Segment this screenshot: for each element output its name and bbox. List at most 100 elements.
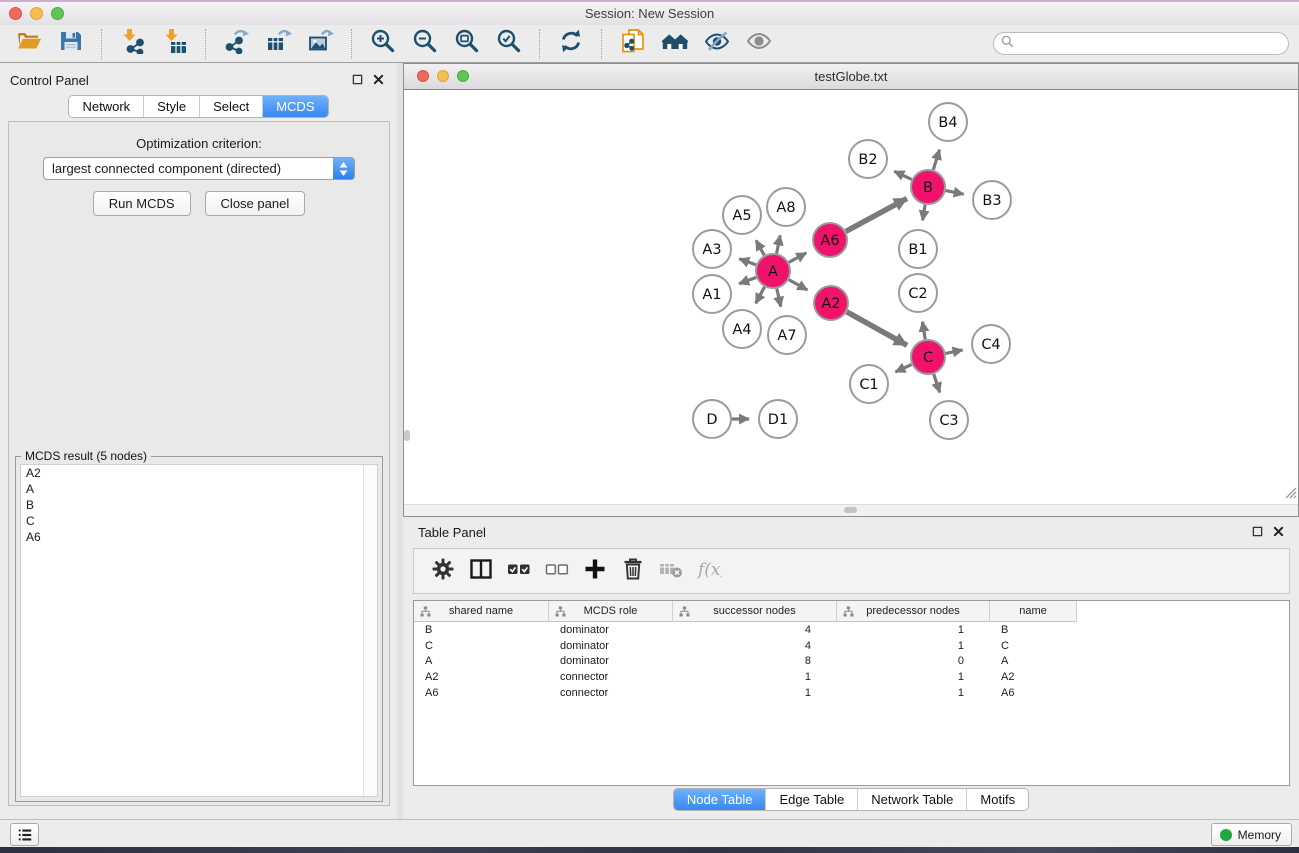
table-tab-edge-table[interactable]: Edge Table [765, 789, 857, 810]
tab-style[interactable]: Style [143, 96, 199, 117]
export-network-button[interactable] [221, 29, 253, 59]
table-mode-button[interactable] [430, 558, 456, 584]
memory-button[interactable]: Memory [1211, 823, 1292, 846]
table-row[interactable]: A6connector11A6 [414, 685, 1289, 701]
mcds-result-item[interactable]: A2 [21, 465, 377, 481]
graph-node-A5[interactable]: A5 [723, 196, 761, 234]
graph-node-B1[interactable]: B1 [899, 230, 937, 268]
criterion-select[interactable]: largest connected component (directed) [43, 157, 355, 180]
mcds-result-item[interactable]: B [21, 497, 377, 513]
graph-edge-A6-B[interactable] [846, 198, 907, 231]
table-tab-network-table[interactable]: Network Table [857, 789, 966, 810]
graph-node-C2[interactable]: C2 [899, 274, 937, 312]
tab-select[interactable]: Select [199, 96, 262, 117]
search-field[interactable] [993, 32, 1289, 55]
import-network-button[interactable] [117, 29, 149, 59]
graph-node-D[interactable]: D [693, 400, 731, 438]
graph-edge-A2-C[interactable] [847, 312, 907, 346]
mcds-result-list[interactable]: A2ABCA6 [20, 464, 378, 797]
save-session-button[interactable] [55, 29, 87, 59]
network-hscroll[interactable] [404, 504, 1298, 516]
column-header-predecessor-nodes[interactable]: predecessor nodes [837, 601, 990, 622]
show-all-button[interactable] [743, 29, 775, 59]
graph-node-D1[interactable]: D1 [759, 400, 797, 438]
graph-edge-C-C2[interactable] [923, 322, 926, 340]
column-header-shared-name[interactable]: shared name [414, 601, 549, 622]
search-input[interactable] [1014, 34, 1288, 54]
graph-edge-C-C3[interactable] [934, 374, 940, 392]
graph-node-B[interactable]: B [911, 170, 945, 204]
tab-network[interactable]: Network [69, 96, 143, 117]
graph-node-C3[interactable]: C3 [930, 401, 968, 439]
graph-node-B2[interactable]: B2 [849, 140, 887, 178]
apply-layout-button[interactable] [555, 29, 587, 59]
graph-node-B4[interactable]: B4 [929, 103, 967, 141]
network-canvas[interactable]: B4 B2 B B3 A8 A5 A6 A3 B1 A A1 C2 A2 [404, 90, 1298, 505]
delete-column-button[interactable] [620, 558, 646, 584]
graph-edge-A-A6[interactable] [789, 253, 807, 263]
table-tab-node-table[interactable]: Node Table [674, 789, 766, 810]
mcds-result-item[interactable]: A6 [21, 529, 377, 545]
hide-selected-button[interactable] [701, 29, 733, 59]
graph-node-C1[interactable]: C1 [850, 365, 888, 403]
graph-node-A7[interactable]: A7 [768, 316, 806, 354]
graph-node-A2[interactable]: A2 [814, 286, 848, 320]
graph-node-A3[interactable]: A3 [693, 230, 731, 268]
graph-edge-A-A8[interactable] [777, 235, 781, 253]
table-row[interactable]: Adominator80A [414, 653, 1289, 669]
graph-edge-A-A2[interactable] [789, 280, 808, 290]
graph-node-A8[interactable]: A8 [767, 188, 805, 226]
table-row[interactable]: Cdominator41C [414, 638, 1289, 654]
graph-node-C4[interactable]: C4 [972, 325, 1010, 363]
graph-node-A6[interactable]: A6 [813, 223, 847, 257]
graph-node-A4[interactable]: A4 [723, 310, 761, 348]
network-hscroll-thumb[interactable] [844, 507, 857, 513]
column-header-MCDS-role[interactable]: MCDS role [549, 601, 673, 622]
column-header-name[interactable]: name [990, 601, 1077, 622]
mcds-result-item[interactable]: A [21, 481, 377, 497]
run-mcds-button[interactable]: Run MCDS [93, 191, 191, 216]
table-row[interactable]: Bdominator41B [414, 622, 1289, 638]
add-column-button[interactable] [582, 558, 608, 584]
result-list-scrollbar[interactable] [363, 465, 377, 796]
graph-edge-A-A3[interactable] [739, 259, 756, 265]
table-panel-close-icon[interactable] [1272, 525, 1285, 538]
mcds-result-item[interactable]: C [21, 513, 377, 529]
import-table-button[interactable] [159, 29, 191, 59]
clone-network-button[interactable] [617, 29, 649, 59]
zoom-out-button[interactable] [409, 29, 441, 59]
graph-node-A1[interactable]: A1 [693, 275, 731, 313]
home-button[interactable] [659, 29, 691, 59]
control-panel-close-icon[interactable] [372, 73, 385, 86]
deselect-all-button[interactable] [544, 558, 570, 584]
graph-edge-A-A7[interactable] [777, 289, 781, 307]
zoom-fit-button[interactable] [451, 29, 483, 59]
task-history-button[interactable] [10, 823, 39, 846]
graph-node-A[interactable]: A [756, 254, 790, 288]
table-row[interactable]: A2connector11A2 [414, 669, 1289, 685]
show-column-panel-button[interactable] [468, 558, 494, 584]
resize-grip-icon[interactable] [1284, 486, 1297, 504]
close-panel-button[interactable]: Close panel [205, 191, 306, 216]
graph-edge-C-C4[interactable] [946, 350, 963, 354]
graph-edge-A-A5[interactable] [756, 240, 764, 255]
graph-edge-C-C1[interactable] [895, 365, 911, 372]
graph-edge-A-A1[interactable] [739, 277, 756, 283]
graph-edge-B-B2[interactable] [894, 171, 911, 179]
node-table[interactable]: shared nameMCDS rolesuccessor nodesprede… [413, 600, 1290, 786]
table-panel-float-icon[interactable] [1251, 525, 1264, 538]
network-vscroll-thumb[interactable] [404, 430, 410, 441]
select-all-button[interactable] [506, 558, 532, 584]
open-session-button[interactable] [13, 29, 45, 59]
zoom-in-button[interactable] [367, 29, 399, 59]
network-window-titlebar[interactable]: testGlobe.txt [404, 64, 1298, 90]
table-tab-motifs[interactable]: Motifs [966, 789, 1028, 810]
export-image-button[interactable] [305, 29, 337, 59]
graph-node-B3[interactable]: B3 [973, 181, 1011, 219]
graph-edge-B-B1[interactable] [923, 205, 926, 221]
graph-edge-B-B4[interactable] [933, 150, 939, 170]
graph-edge-A-A4[interactable] [756, 287, 765, 304]
tab-mcds[interactable]: MCDS [262, 96, 327, 117]
zoom-selected-button[interactable] [493, 29, 525, 59]
column-header-successor-nodes[interactable]: successor nodes [673, 601, 837, 622]
